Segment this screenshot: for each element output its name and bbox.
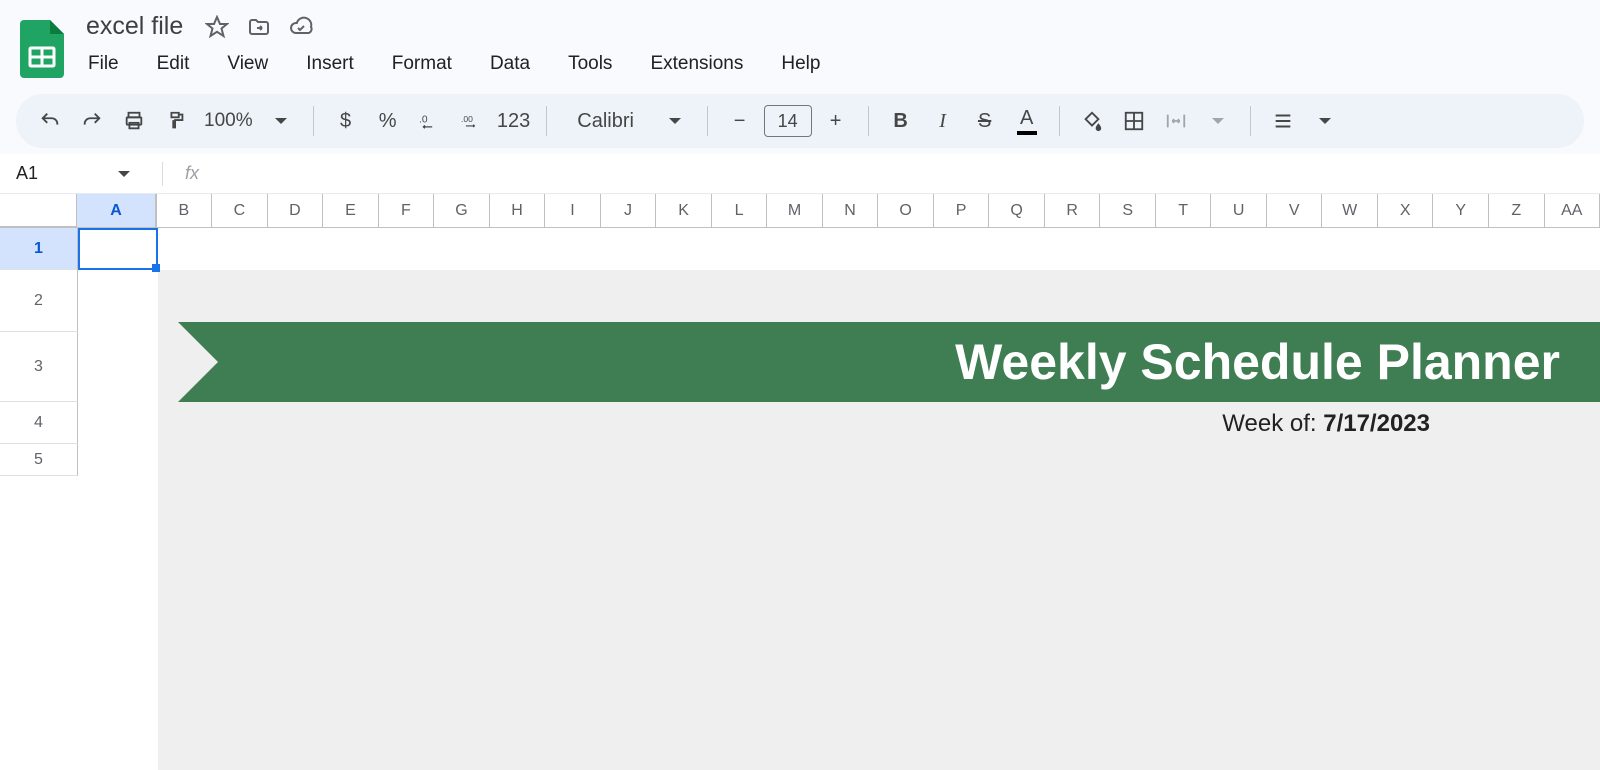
col-header-K[interactable]: K <box>656 194 712 227</box>
row-headers: 1 2 3 4 5 <box>0 228 78 476</box>
move-icon[interactable] <box>247 15 271 39</box>
title-ribbon: Weekly Schedule Planner <box>178 322 1600 402</box>
cloud-status-icon[interactable] <box>289 15 313 39</box>
col-header-T[interactable]: T <box>1156 194 1212 227</box>
row-header-1[interactable]: 1 <box>0 228 78 270</box>
name-box[interactable]: A1 <box>0 163 152 184</box>
star-icon[interactable] <box>205 15 229 39</box>
col-header-R[interactable]: R <box>1045 194 1101 227</box>
strikethrough-button[interactable]: S <box>967 103 1003 139</box>
week-of-date: 7/17/2023 <box>1323 410 1430 437</box>
col-header-J[interactable]: J <box>601 194 657 227</box>
active-cell-A1[interactable] <box>78 228 158 270</box>
separator <box>546 106 547 136</box>
col-header-M[interactable]: M <box>767 194 823 227</box>
row-header-4[interactable]: 4 <box>0 402 78 444</box>
text-color-swatch <box>1017 131 1037 135</box>
separator <box>868 106 869 136</box>
col-header-L[interactable]: L <box>712 194 768 227</box>
col-header-Q[interactable]: Q <box>989 194 1045 227</box>
col-header-U[interactable]: U <box>1211 194 1267 227</box>
currency-button[interactable]: $ <box>328 103 364 139</box>
text-color-button[interactable]: A <box>1009 103 1045 139</box>
menu-file[interactable]: File <box>82 49 125 79</box>
toolbar: 100% $ % .0 .00 123 Calibri − 14 + B I S… <box>16 94 1584 148</box>
col-header-F[interactable]: F <box>379 194 435 227</box>
col-header-X[interactable]: X <box>1378 194 1434 227</box>
zoom-value[interactable]: 100% <box>200 103 257 139</box>
font-name[interactable]: Calibri <box>561 103 651 139</box>
column-headers: A B C D E F G H I J K L M N O P Q R S T … <box>0 194 1600 228</box>
redo-icon[interactable] <box>74 103 110 139</box>
col-header-V[interactable]: V <box>1267 194 1323 227</box>
col-header-E[interactable]: E <box>323 194 379 227</box>
separator <box>1250 106 1251 136</box>
separator <box>707 106 708 136</box>
menu-extensions[interactable]: Extensions <box>644 49 749 79</box>
bold-button[interactable]: B <box>883 103 919 139</box>
sheet-body[interactable]: Weekly Schedule Planner Week of: 7/17/20… <box>78 228 1600 476</box>
col-header-H[interactable]: H <box>490 194 546 227</box>
separator <box>313 106 314 136</box>
col-header-N[interactable]: N <box>823 194 879 227</box>
font-size-input[interactable]: 14 <box>764 105 812 137</box>
col-header-A[interactable]: A <box>77 194 156 227</box>
row-header-5[interactable]: 5 <box>0 444 78 476</box>
menu-help[interactable]: Help <box>775 49 826 79</box>
svg-text:.0: .0 <box>419 114 428 125</box>
menu-tools[interactable]: Tools <box>562 49 618 79</box>
merge-dropdown-icon[interactable] <box>1200 103 1236 139</box>
col-header-G[interactable]: G <box>434 194 490 227</box>
print-icon[interactable] <box>116 103 152 139</box>
font-dropdown-icon[interactable] <box>657 103 693 139</box>
format-auto-button[interactable]: 123 <box>496 103 532 139</box>
menu-data[interactable]: Data <box>484 49 536 79</box>
col-header-C[interactable]: C <box>212 194 268 227</box>
namebox-dropdown-icon[interactable] <box>118 171 130 177</box>
font-size-decrease[interactable]: − <box>722 103 758 139</box>
col-header-P[interactable]: P <box>934 194 990 227</box>
col-header-W[interactable]: W <box>1322 194 1378 227</box>
col-header-S[interactable]: S <box>1100 194 1156 227</box>
week-of-label: Week of: <box>1222 410 1323 437</box>
fx-label: fx <box>169 163 199 184</box>
col-header-AA[interactable]: AA <box>1545 194 1600 227</box>
align-dropdown-icon[interactable] <box>1307 103 1343 139</box>
paint-format-icon[interactable] <box>158 103 194 139</box>
row-header-3[interactable]: 3 <box>0 332 78 402</box>
banner-title: Weekly Schedule Planner <box>955 333 1560 391</box>
menu-insert[interactable]: Insert <box>300 49 360 79</box>
separator <box>1059 106 1060 136</box>
sheets-logo[interactable] <box>16 14 68 84</box>
menu-view[interactable]: View <box>221 49 274 79</box>
select-all-corner[interactable] <box>0 194 77 227</box>
menu-edit[interactable]: Edit <box>151 49 196 79</box>
separator <box>162 162 163 186</box>
menu-format[interactable]: Format <box>386 49 458 79</box>
zoom-dropdown-icon[interactable] <box>263 103 299 139</box>
menu-bar: File Edit View Insert Format Data Tools … <box>82 49 826 79</box>
name-box-value: A1 <box>16 163 38 184</box>
col-header-I[interactable]: I <box>545 194 601 227</box>
italic-button[interactable]: I <box>925 103 961 139</box>
decrease-decimal-icon[interactable]: .0 <box>412 103 448 139</box>
font-size-increase[interactable]: + <box>818 103 854 139</box>
undo-icon[interactable] <box>32 103 68 139</box>
row-header-2[interactable]: 2 <box>0 270 78 332</box>
col-header-D[interactable]: D <box>268 194 324 227</box>
col-header-Y[interactable]: Y <box>1433 194 1489 227</box>
svg-text:.00: .00 <box>461 114 473 124</box>
week-of-line: Week of: 7/17/2023 <box>1222 410 1430 438</box>
text-color-letter: A <box>1020 107 1033 130</box>
merge-cells-icon[interactable] <box>1158 103 1194 139</box>
col-header-O[interactable]: O <box>878 194 934 227</box>
increase-decimal-icon[interactable]: .00 <box>454 103 490 139</box>
percent-button[interactable]: % <box>370 103 406 139</box>
fill-color-icon[interactable] <box>1074 103 1110 139</box>
align-icon[interactable] <box>1265 103 1301 139</box>
borders-icon[interactable] <box>1116 103 1152 139</box>
doc-title[interactable]: excel file <box>82 10 187 43</box>
col-header-Z[interactable]: Z <box>1489 194 1545 227</box>
col-header-B[interactable]: B <box>157 194 213 227</box>
